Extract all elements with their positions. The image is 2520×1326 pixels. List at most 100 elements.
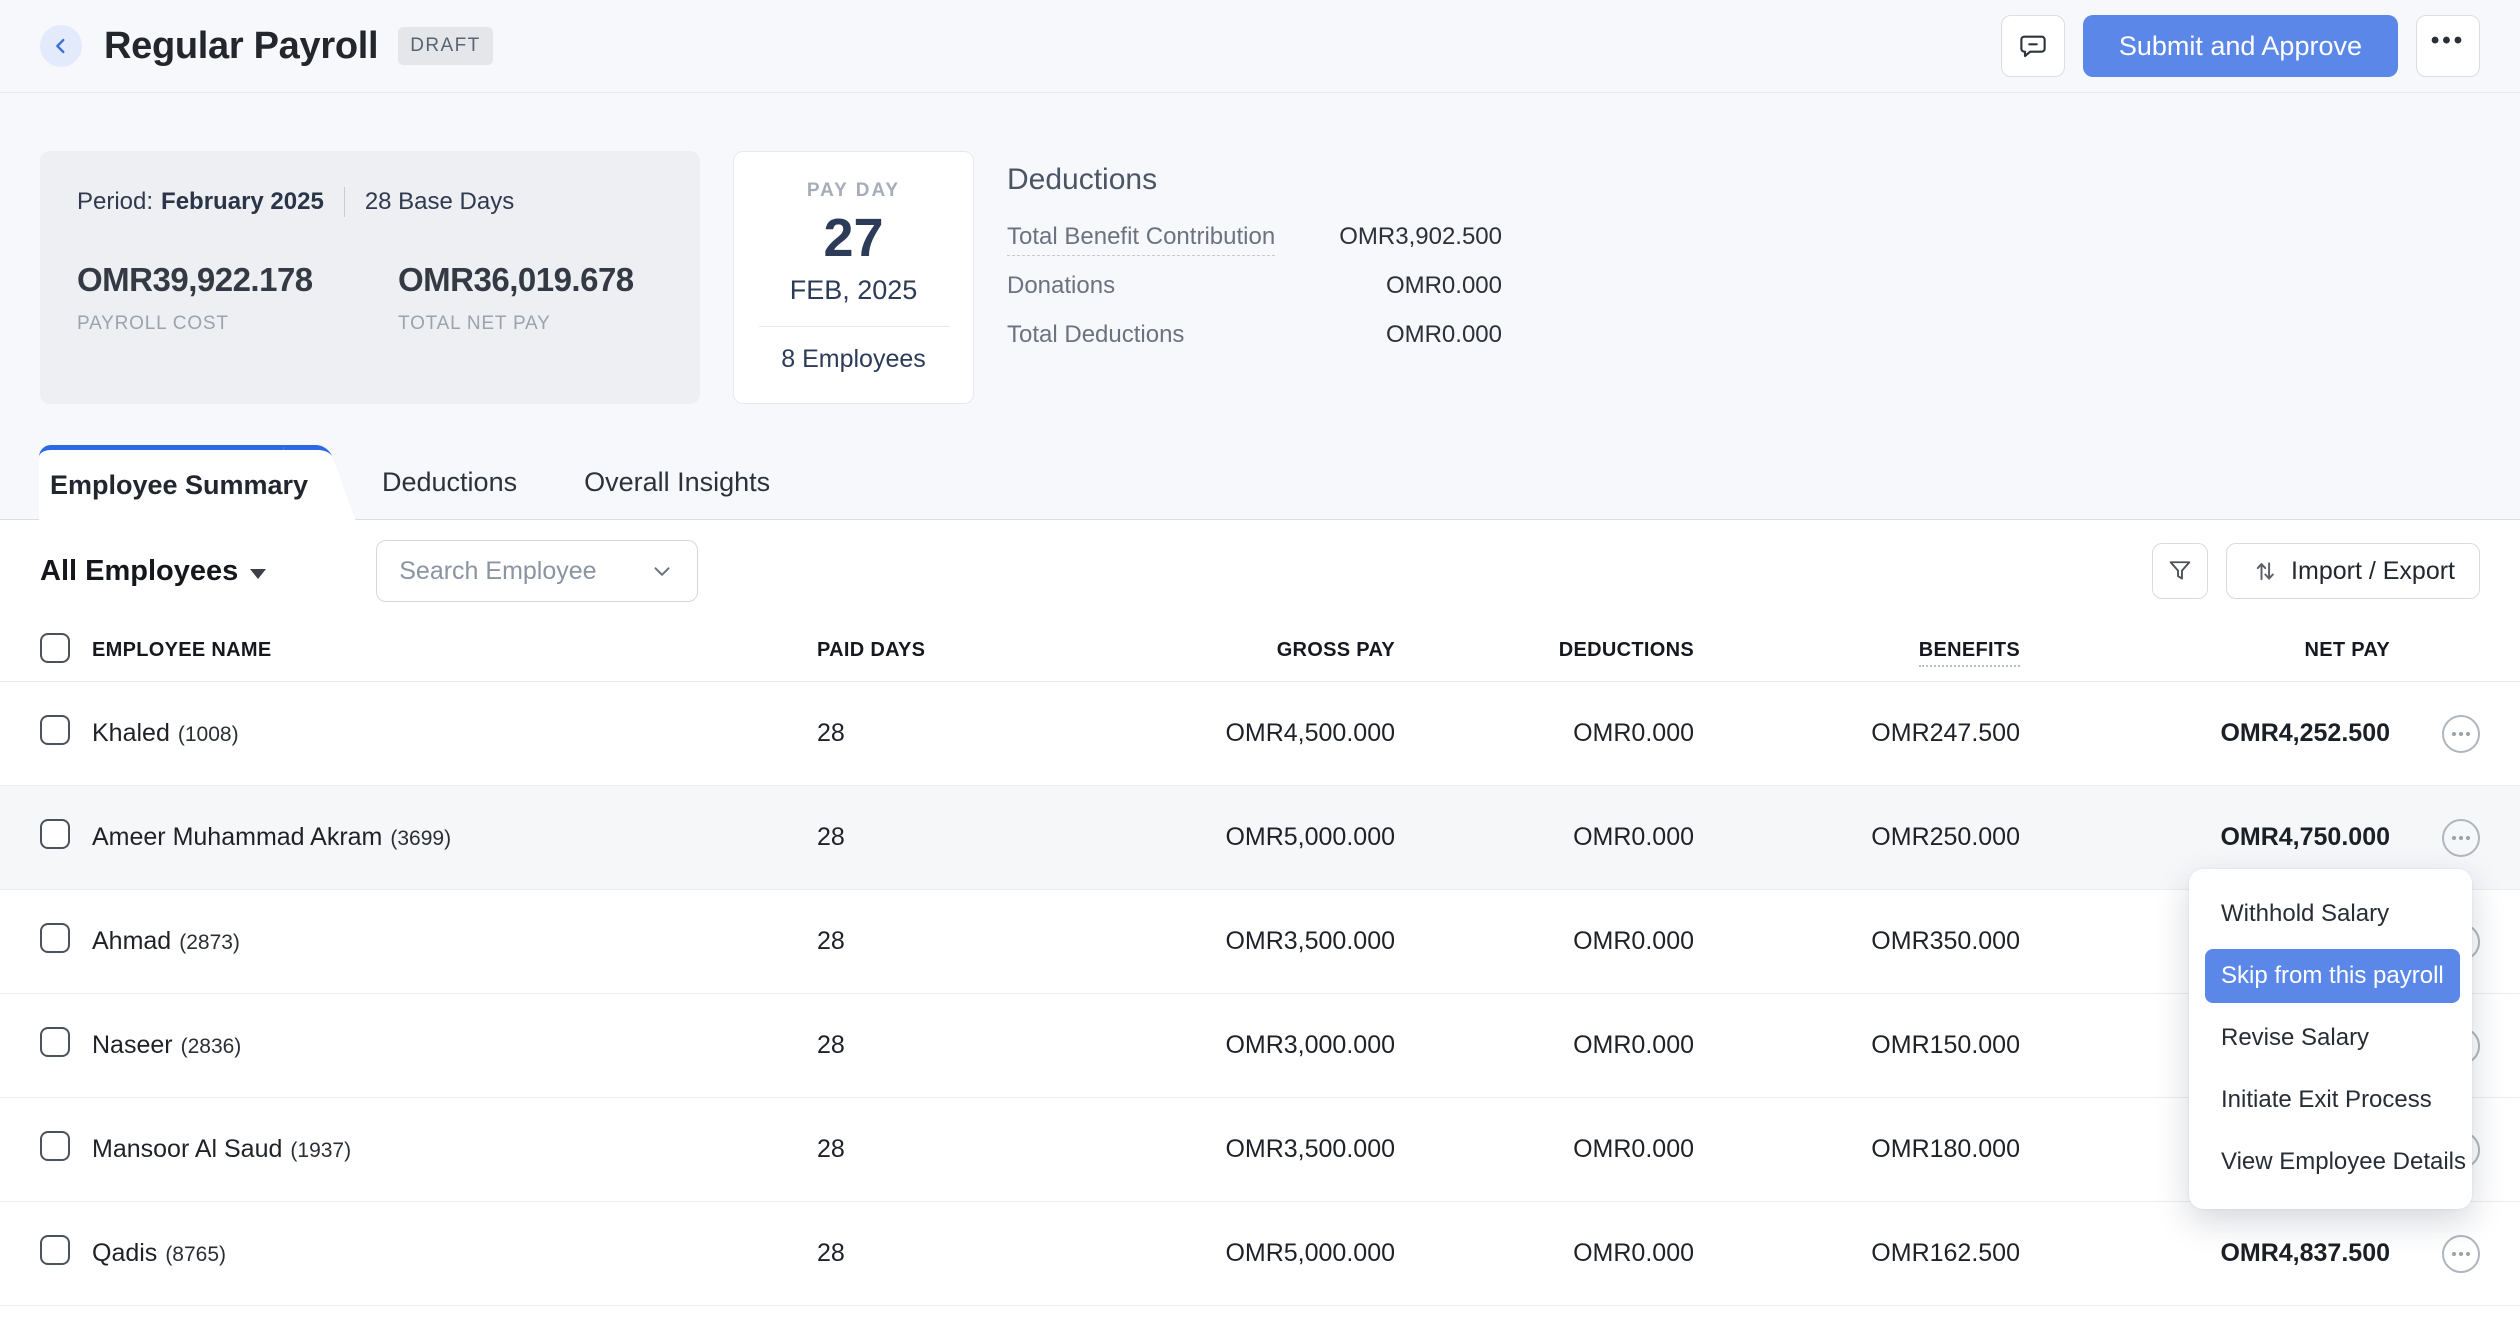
table-row: Ameer Muhammad Akram(3699) 28 OMR5,000.0… xyxy=(0,786,2520,890)
payroll-cost-stat: OMR39,922.178 PAYROLL COST xyxy=(77,261,398,335)
divider xyxy=(759,326,949,327)
employee-name: Qadis(8765) xyxy=(92,1239,817,1268)
page-title: Regular Payroll xyxy=(104,25,378,68)
employee-id: (2873) xyxy=(179,931,240,954)
deductions-cell: OMR0.000 xyxy=(1395,1031,1694,1060)
chevron-down-icon xyxy=(649,558,675,584)
employee-filter-dropdown[interactable]: All Employees xyxy=(40,555,266,588)
import-export-button[interactable]: Import / Export xyxy=(2226,543,2480,599)
employee-id: (8765) xyxy=(165,1243,226,1266)
row-checkbox[interactable] xyxy=(40,1235,70,1265)
period-label: Period: xyxy=(77,188,153,216)
net-pay-cell: OMR4,750.000 xyxy=(2020,823,2390,852)
divider xyxy=(344,187,345,217)
employee-name: Ameer Muhammad Akram(3699) xyxy=(92,823,817,852)
menu-item-skip-from-this-payroll[interactable]: Skip from this payroll xyxy=(2205,949,2460,1003)
deduction-row: Total Benefit Contribution OMR3,902.500 xyxy=(1007,223,1502,272)
employee-name: Naseer(2836) xyxy=(92,1031,817,1060)
tab-overall-insights[interactable]: Overall Insights xyxy=(584,445,770,519)
benefits-cell: OMR180.000 xyxy=(1694,1135,2020,1164)
paid-days-cell: 28 xyxy=(817,823,1137,852)
comments-button[interactable] xyxy=(2001,15,2065,77)
table-row: Khaled(1008) 28 OMR4,500.000 OMR0.000 OM… xyxy=(0,682,2520,786)
column-employee-name: EMPLOYEE NAME xyxy=(92,639,817,662)
row-checkbox[interactable] xyxy=(40,1027,70,1057)
gross-pay-cell: OMR3,500.000 xyxy=(1137,927,1395,956)
tab-bar: Employee Summary Deductions Overall Insi… xyxy=(0,445,2520,520)
gross-pay-cell: OMR5,000.000 xyxy=(1137,1239,1395,1268)
row-checkbox[interactable] xyxy=(40,819,70,849)
employee-name: Khaled(1008) xyxy=(92,719,817,748)
payday-card: PAY DAY 27 FEB, 2025 8 Employees xyxy=(733,151,974,404)
tab-deductions[interactable]: Deductions xyxy=(382,445,517,519)
payday-date: FEB, 2025 xyxy=(734,275,973,306)
back-button[interactable] xyxy=(40,25,82,67)
gross-pay-cell: OMR3,000.000 xyxy=(1137,1031,1395,1060)
row-actions-button[interactable] xyxy=(2442,1235,2480,1273)
tab-employee-summary[interactable]: Employee Summary xyxy=(39,445,319,521)
status-badge: DRAFT xyxy=(398,27,492,65)
employee-name: Mansoor Al Saud(1937) xyxy=(92,1135,817,1164)
column-gross-pay: GROSS PAY xyxy=(1137,639,1395,662)
payday-employee-count: 8 Employees xyxy=(734,345,973,374)
deductions-cell: OMR0.000 xyxy=(1395,1239,1694,1268)
period-card: Period: February 2025 28 Base Days OMR39… xyxy=(40,151,700,404)
benefits-cell: OMR150.000 xyxy=(1694,1031,2020,1060)
benefits-cell: OMR250.000 xyxy=(1694,823,2020,852)
table-row: Qadis(8765) 28 OMR5,000.000 OMR0.000 OMR… xyxy=(0,1202,2520,1306)
column-deductions: DEDUCTIONS xyxy=(1395,639,1694,662)
row-checkbox[interactable] xyxy=(40,923,70,953)
row-actions-button[interactable] xyxy=(2442,819,2480,857)
base-days: 28 Base Days xyxy=(365,188,514,216)
employee-id: (3699) xyxy=(390,827,451,850)
payday-label: PAY DAY xyxy=(734,180,973,202)
total-net-pay-stat: OMR36,019.678 TOTAL NET PAY xyxy=(398,261,634,335)
payroll-run-page: { "header": { "title": "Regular Payroll"… xyxy=(0,0,2520,1326)
menu-item-view-employee-details[interactable]: View Employee Details xyxy=(2189,1131,2472,1193)
table-header: EMPLOYEE NAME PAID DAYS GROSS PAY DEDUCT… xyxy=(0,620,2520,682)
gross-pay-cell: OMR4,500.000 xyxy=(1137,719,1395,748)
paid-days-cell: 28 xyxy=(817,1239,1137,1268)
more-actions-button[interactable]: ••• xyxy=(2416,15,2480,77)
filter-button[interactable] xyxy=(2152,543,2208,599)
submit-approve-button[interactable]: Submit and Approve xyxy=(2083,15,2398,77)
table-row: Naseer(2836) 28 OMR3,000.000 OMR0.000 OM… xyxy=(0,994,2520,1098)
import-export-icon xyxy=(2251,557,2279,585)
deductions-panel: Deductions Total Benefit Contribution OM… xyxy=(1007,151,1502,370)
paid-days-cell: 28 xyxy=(817,719,1137,748)
column-paid-days: PAID DAYS xyxy=(817,639,1137,662)
period-stats: OMR39,922.178 PAYROLL COST OMR36,019.678… xyxy=(77,261,663,335)
paid-days-cell: 28 xyxy=(817,1135,1137,1164)
row-actions-button[interactable] xyxy=(2442,715,2480,753)
column-benefits: BENEFITS xyxy=(1694,639,2020,662)
menu-item-initiate-exit-process[interactable]: Initiate Exit Process xyxy=(2189,1069,2472,1131)
payroll-cost-value: OMR39,922.178 xyxy=(77,261,398,299)
comment-icon xyxy=(2018,31,2048,61)
filter-icon xyxy=(2166,557,2194,585)
period-line: Period: February 2025 28 Base Days xyxy=(77,187,663,217)
total-net-pay-label: TOTAL NET PAY xyxy=(398,313,634,335)
top-area: Regular Payroll DRAFT Submit and Approve… xyxy=(0,0,2520,520)
deductions-cell: OMR0.000 xyxy=(1395,1135,1694,1164)
search-placeholder: Search Employee xyxy=(399,557,596,586)
column-net-pay: NET PAY xyxy=(2020,639,2390,662)
employee-table: Khaled(1008) 28 OMR4,500.000 OMR0.000 OM… xyxy=(0,682,2520,1306)
select-all-checkbox[interactable] xyxy=(40,633,70,663)
gross-pay-cell: OMR3,500.000 xyxy=(1137,1135,1395,1164)
summary-band: Period: February 2025 28 Base Days OMR39… xyxy=(0,93,2520,404)
net-pay-cell: OMR4,837.500 xyxy=(2020,1239,2390,1268)
row-checkbox[interactable] xyxy=(40,715,70,745)
row-context-menu: Withhold SalarySkip from this payrollRev… xyxy=(2189,869,2472,1209)
row-checkbox[interactable] xyxy=(40,1131,70,1161)
tab-label: Employee Summary xyxy=(50,470,308,501)
deduction-row: Total Deductions OMR0.000 xyxy=(1007,321,1502,370)
total-benefit-contribution-label[interactable]: Total Benefit Contribution xyxy=(1007,223,1275,256)
search-employee-input[interactable]: Search Employee xyxy=(376,540,698,602)
employee-id: (2836) xyxy=(181,1035,242,1058)
deductions-cell: OMR0.000 xyxy=(1395,719,1694,748)
paid-days-cell: 28 xyxy=(817,1031,1137,1060)
menu-item-revise-salary[interactable]: Revise Salary xyxy=(2189,1007,2472,1069)
payday-day: 27 xyxy=(734,210,973,267)
menu-item-withhold-salary[interactable]: Withhold Salary xyxy=(2189,883,2472,945)
more-icon: ••• xyxy=(2431,29,2465,63)
